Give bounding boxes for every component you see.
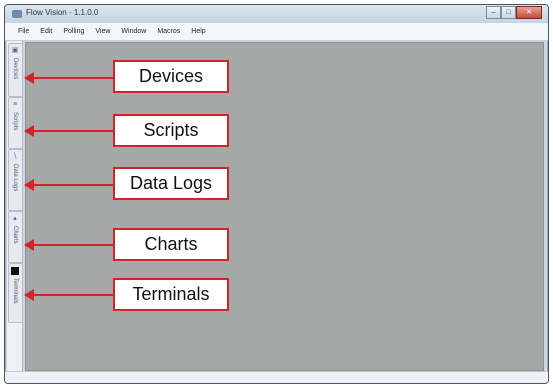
tab-data-logs-label: Data Logs	[12, 164, 18, 192]
arrow-devices	[24, 72, 113, 84]
devices-icon: ▣	[11, 47, 19, 54]
tab-charts[interactable]: ▴ Charts	[8, 211, 23, 263]
close-button[interactable]: ✕	[516, 6, 542, 19]
tab-scripts-label: Scripts	[12, 112, 18, 131]
arrow-terminals	[24, 289, 113, 301]
tab-scripts[interactable]: ≡ Scripts	[8, 97, 23, 149]
menu-edit[interactable]: Edit	[40, 28, 52, 35]
arrow-scripts	[24, 125, 113, 137]
menu-view[interactable]: View	[95, 28, 110, 35]
tab-devices-label: Devices	[12, 58, 18, 80]
data-logs-icon: ∖	[12, 153, 18, 160]
tab-charts-label: Charts	[12, 226, 18, 244]
minimize-button[interactable]: –	[486, 6, 501, 19]
side-tab-strip: ▣ Devices ≡ Scripts ∖ Data Logs ▴ Charts…	[7, 41, 23, 371]
menu-polling[interactable]: Polling	[63, 28, 84, 35]
arrow-charts	[24, 239, 113, 251]
callout-scripts: Scripts	[113, 114, 229, 147]
callout-data-logs: Data Logs	[113, 167, 229, 200]
window-title: Flow Vision - 1.1.0.0	[26, 8, 99, 17]
callout-terminals: Terminals	[113, 278, 229, 311]
charts-icon: ▴	[13, 215, 17, 222]
menu-macros[interactable]: Macros	[157, 28, 180, 35]
app-window: Flow Vision - 1.1.0.0 – □ ✕ File Edit Po…	[4, 4, 549, 384]
tab-terminals-label: Terminals	[12, 278, 18, 304]
menu-window[interactable]: Window	[121, 28, 146, 35]
title-bar[interactable]: Flow Vision - 1.1.0.0 – □ ✕	[5, 5, 548, 23]
tab-data-logs[interactable]: ∖ Data Logs	[8, 149, 23, 211]
terminals-icon: ■	[11, 267, 19, 275]
scripts-icon: ≡	[12, 101, 18, 108]
menu-file[interactable]: File	[18, 28, 29, 35]
tab-terminals[interactable]: ■ Terminals	[8, 263, 23, 323]
tab-devices[interactable]: ▣ Devices	[8, 43, 23, 97]
app-icon	[12, 10, 22, 18]
workspace-area	[25, 42, 544, 371]
menu-bar: File Edit Polling View Window Macros Hel…	[5, 23, 548, 41]
menu-help[interactable]: Help	[191, 28, 205, 35]
callout-devices: Devices	[113, 60, 229, 93]
status-bar	[5, 371, 548, 383]
maximize-button[interactable]: □	[501, 6, 516, 19]
arrow-data-logs	[24, 179, 113, 191]
callout-charts: Charts	[113, 228, 229, 261]
window-controls: – □ ✕	[486, 6, 542, 19]
